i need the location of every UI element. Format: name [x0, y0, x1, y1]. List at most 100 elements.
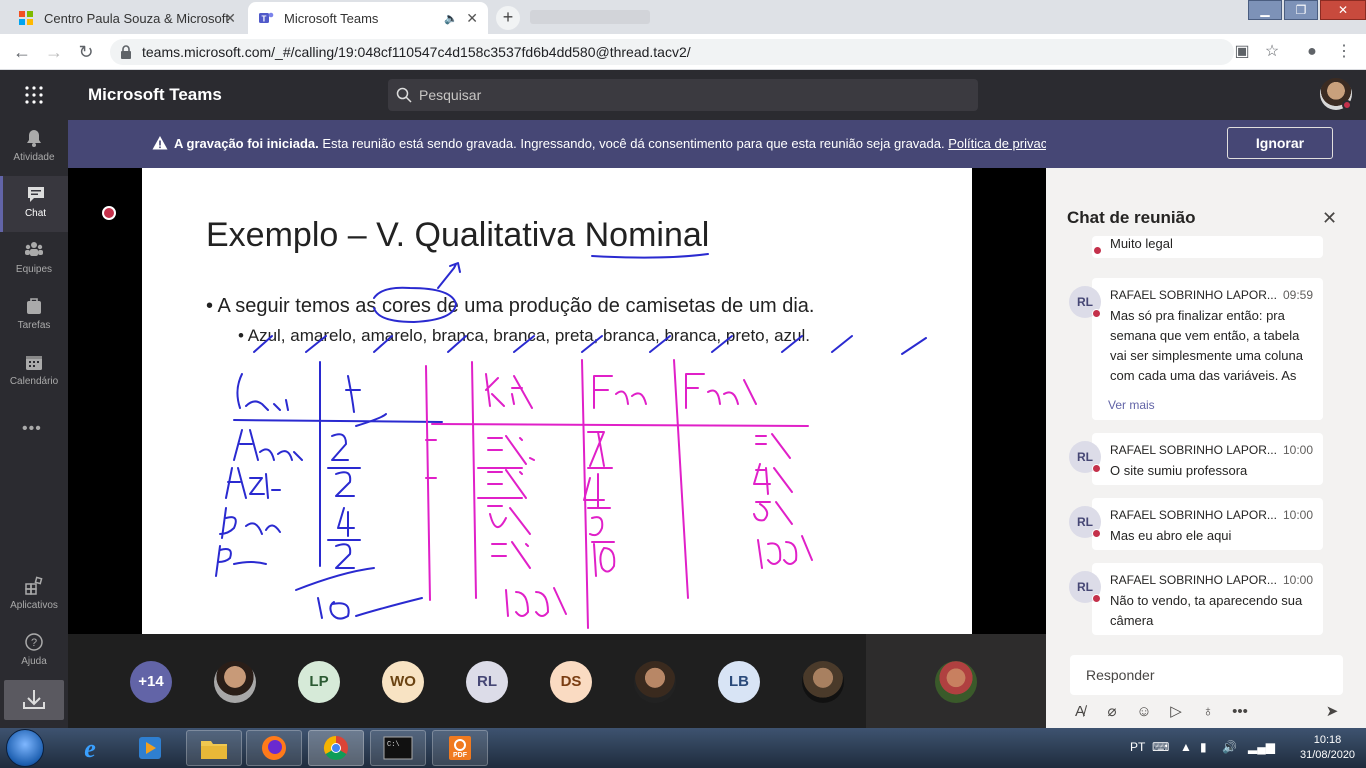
show-hidden-icons-icon[interactable]: ▲: [1180, 740, 1192, 754]
rail-label: Calendário: [9, 376, 59, 387]
rail-label: Ajuda: [21, 656, 47, 667]
browser-tab-paula-souza[interactable]: Centro Paula Souza & Microsoft ✕: [8, 2, 246, 34]
network-signal-icon[interactable]: ▂▄▆: [1248, 740, 1275, 754]
svg-text:?: ?: [31, 637, 37, 649]
language-indicator[interactable]: PT: [1130, 740, 1145, 754]
close-icon[interactable]: ✕: [1322, 208, 1337, 229]
menu-kebab-icon[interactable]: ⋮: [1334, 42, 1354, 62]
recording-banner-extension: Ignorar: [1046, 120, 1366, 168]
message-time: 09:59: [1282, 288, 1313, 302]
maximize-button[interactable]: ❐: [1284, 0, 1318, 20]
forward-icon[interactable]: →: [44, 42, 64, 62]
participant-avatar[interactable]: WO: [382, 661, 424, 703]
reload-icon[interactable]: ↻: [76, 42, 96, 62]
rail-label: Equipes: [15, 264, 53, 275]
minimize-button[interactable]: ▁: [1248, 0, 1282, 20]
reply-input[interactable]: Responder: [1070, 655, 1343, 695]
search-input[interactable]: Pesquisar: [388, 79, 978, 111]
system-clock[interactable]: 10:18 31/08/2020: [1300, 733, 1355, 763]
back-icon[interactable]: ←: [12, 42, 32, 62]
keyboard-icon[interactable]: ⌨: [1152, 740, 1169, 754]
apps-icon: [25, 576, 43, 595]
recording-indicator-icon: [102, 206, 116, 220]
attach-icon[interactable]: ⌀: [1102, 702, 1122, 722]
power-icon[interactable]: ▮: [1200, 740, 1207, 754]
see-more-link[interactable]: Ver mais: [1108, 398, 1155, 412]
participants-strip: +14 LP WO RL DS LB: [68, 634, 1046, 728]
clock-time: 10:18: [1313, 734, 1342, 746]
participant-avatar[interactable]: LP: [298, 661, 340, 703]
format-icon[interactable]: A̸: [1070, 702, 1090, 722]
participant-avatar[interactable]: RL: [466, 661, 508, 703]
emoji-icon[interactable]: ☺: [1134, 702, 1154, 722]
svg-text:PDF: PDF: [453, 752, 468, 759]
message-text: O site sumiu professora: [1110, 463, 1248, 478]
profile-icon[interactable]: ●: [1302, 42, 1322, 62]
browser-tab-teams[interactable]: T Microsoft Teams 🔈 ✕: [248, 2, 488, 34]
rail-item-teams[interactable]: Equipes: [0, 232, 68, 288]
self-avatar[interactable]: [935, 661, 977, 703]
tab-title: Microsoft Teams: [284, 10, 379, 26]
download-button[interactable]: [4, 680, 64, 720]
message-text: Mas só pra finalizar então: pra semana q…: [1110, 308, 1303, 390]
pdf-reader-icon[interactable]: PDF: [432, 730, 488, 766]
app-title: Microsoft Teams: [88, 85, 222, 104]
close-tab-icon[interactable]: ✕: [224, 10, 236, 27]
chrome-icon[interactable]: [308, 730, 364, 766]
praise-icon[interactable]: ♁: [1198, 702, 1218, 722]
file-explorer-icon[interactable]: [186, 730, 242, 766]
chat-message: RAFAEL SOBRINHO LAPOR... 09:59 Mas só pr…: [1092, 278, 1323, 420]
message-text: Mas eu abro ele aqui: [1110, 528, 1232, 543]
warning-icon: [152, 136, 168, 150]
rail-item-apps[interactable]: Aplicativos: [0, 568, 68, 624]
more-options-icon[interactable]: •••: [1230, 702, 1250, 722]
rail-item-help[interactable]: ? Ajuda: [0, 624, 68, 680]
app-launcher-icon[interactable]: [24, 85, 44, 105]
message-text: Muito legal: [1110, 236, 1173, 251]
banner-text: Esta reunião está sendo gravada. Ingress…: [322, 136, 945, 151]
overflow-participants-button[interactable]: +14: [130, 661, 172, 703]
status-dnd-icon: [1092, 464, 1101, 473]
new-tab-button[interactable]: +: [496, 6, 520, 30]
participant-avatar[interactable]: [634, 661, 676, 703]
svg-text:C:\: C:\: [387, 741, 400, 749]
gif-icon[interactable]: ▷: [1166, 702, 1186, 722]
url-field[interactable]: teams.microsoft.com/_#/calling/19:048cf1…: [110, 39, 1234, 65]
lock-icon[interactable]: [120, 45, 132, 59]
audio-playing-icon[interactable]: 🔈: [444, 12, 458, 25]
bell-icon: [27, 130, 41, 147]
volume-icon[interactable]: 🔊: [1222, 740, 1237, 754]
clock-date: 31/08/2020: [1300, 749, 1356, 761]
rail-label: Chat: [24, 208, 47, 219]
close-window-button[interactable]: ✕: [1320, 0, 1366, 20]
participant-avatar[interactable]: [214, 661, 256, 703]
bookmark-star-icon[interactable]: ☆: [1262, 42, 1282, 62]
command-prompt-icon[interactable]: C:\: [370, 730, 426, 766]
participant-avatar[interactable]: DS: [550, 661, 592, 703]
download-icon: [23, 690, 45, 709]
help-icon: ?: [25, 633, 43, 651]
start-button[interactable]: [6, 729, 44, 767]
rail-item-chat[interactable]: Chat: [0, 176, 68, 232]
message-time: 10:00: [1282, 508, 1313, 522]
firefox-icon[interactable]: [246, 730, 302, 766]
teams-icon: [25, 242, 43, 256]
more-apps-icon[interactable]: •••: [22, 420, 42, 438]
send-icon[interactable]: ➤: [1322, 702, 1342, 722]
status-dnd-icon: [1093, 246, 1102, 255]
rail-item-tasks[interactable]: Tarefas: [0, 288, 68, 344]
rail-item-calendar[interactable]: Calendário: [0, 344, 68, 400]
internet-explorer-icon[interactable]: e: [62, 730, 118, 766]
camera-blocked-icon[interactable]: ▣: [1232, 42, 1252, 62]
media-player-icon[interactable]: [122, 730, 178, 766]
close-tab-icon[interactable]: ✕: [466, 10, 478, 27]
participant-avatar[interactable]: [802, 661, 844, 703]
chat-message: RAFAEL SOBRINHO LAPOR... 10:00 O site su…: [1092, 433, 1323, 485]
rail-item-activity[interactable]: Atividade: [0, 120, 68, 176]
message-text: Não to vendo, ta aparecendo sua câmera: [1110, 593, 1303, 628]
participant-avatar[interactable]: LB: [718, 661, 760, 703]
ignore-button[interactable]: Ignorar: [1227, 127, 1333, 159]
message-time: 10:00: [1282, 443, 1313, 457]
tasks-icon: [27, 298, 41, 314]
microsoft-logo-icon: [18, 10, 34, 26]
